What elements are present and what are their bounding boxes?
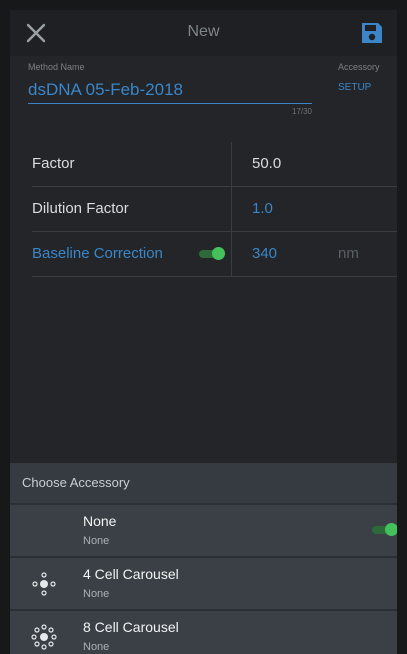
param-name: Dilution Factor <box>32 187 232 231</box>
top-bar: New <box>10 10 397 56</box>
app-frame: New Method Name dsDNA 05-Feb-2018 17/30 … <box>10 10 397 654</box>
param-value[interactable]: 50.0 <box>252 142 281 186</box>
4-cell-carousel-icon <box>32 572 56 596</box>
accessory-option-none[interactable]: None None <box>10 505 397 558</box>
8-cell-carousel-icon <box>31 624 57 650</box>
accessory-option-8-cell[interactable]: 8 Cell Carousel None <box>10 611 397 654</box>
save-icon[interactable] <box>359 20 385 46</box>
option-subtitle: None <box>83 535 110 547</box>
table-row[interactable]: Dilution Factor 1.0 <box>32 187 397 232</box>
parameter-table: Factor 50.0 Dilution Factor 1.0 Baseline… <box>32 142 397 277</box>
baseline-correction-toggle[interactable] <box>199 247 225 261</box>
option-subtitle: None <box>83 588 110 600</box>
setup-button[interactable]: SETUP <box>338 82 371 93</box>
method-name-underline <box>28 103 312 104</box>
choose-accessory-panel: Choose Accessory None None 4 Cell Carous… <box>10 463 397 654</box>
option-name: None <box>83 513 117 529</box>
accessory-label: Accessory <box>338 62 380 72</box>
accessory-option-4-cell[interactable]: 4 Cell Carousel None <box>10 558 397 611</box>
page-title: New <box>187 23 220 40</box>
option-name: 4 Cell Carousel <box>83 566 179 582</box>
table-row[interactable]: Factor 50.0 <box>32 142 397 187</box>
param-name: Factor <box>32 142 232 186</box>
table-row[interactable]: Baseline Correction 340 nm <box>32 232 397 277</box>
character-counter: 17/30 <box>291 107 312 116</box>
param-unit: nm <box>338 245 359 262</box>
method-name-label: Method Name <box>28 62 85 72</box>
option-name: 8 Cell Carousel <box>83 619 179 635</box>
method-name-input[interactable]: dsDNA 05-Feb-2018 <box>28 80 183 100</box>
param-value[interactable]: 340 <box>252 232 277 276</box>
selected-toggle[interactable] <box>372 523 397 537</box>
toggle-knob <box>212 247 225 260</box>
param-name-text: Baseline Correction <box>32 245 163 262</box>
param-name: Baseline Correction <box>32 232 232 276</box>
toggle-knob <box>385 523 397 536</box>
option-subtitle: None <box>83 641 110 653</box>
param-value[interactable]: 1.0 <box>252 187 273 231</box>
panel-title: Choose Accessory <box>10 463 397 505</box>
